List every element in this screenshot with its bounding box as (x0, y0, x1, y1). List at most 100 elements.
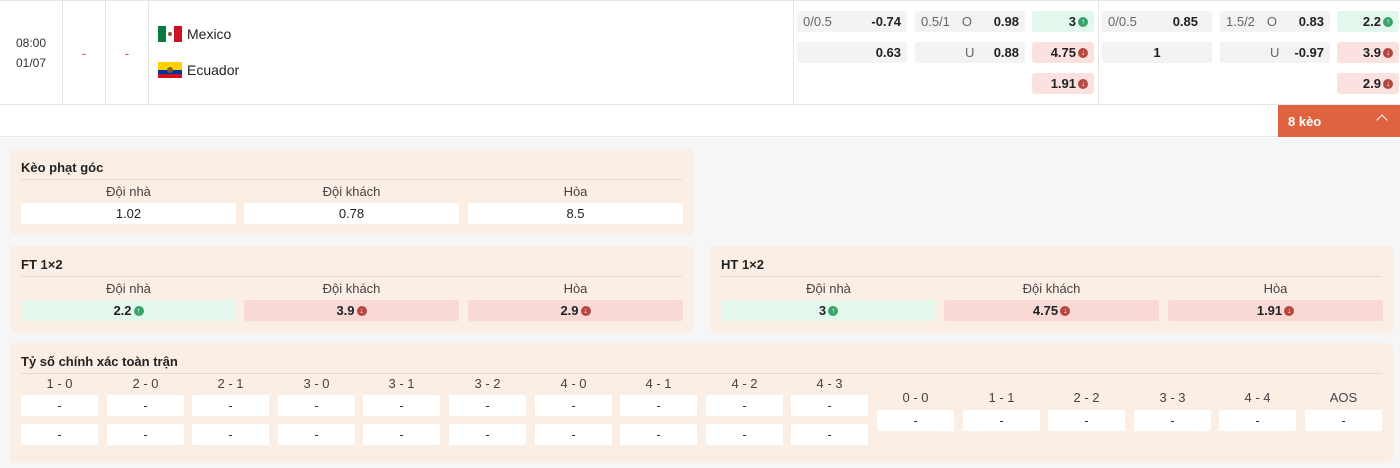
ft-ou-under-odd[interactable]: U 0.88 (915, 42, 1025, 63)
ht-hdp-away-odd[interactable]: 1 (1102, 42, 1212, 63)
more-odds-label: 8 kèo (1288, 113, 1322, 129)
ft-hdp-line: 0/0.5 (803, 14, 832, 29)
odds-up-icon: ↑ (1383, 16, 1393, 27)
score-half: - (106, 1, 149, 105)
chevron-up-icon (1376, 114, 1388, 126)
score-odd-cell[interactable]: - (620, 424, 697, 445)
col-header-away: Đội khách (322, 184, 381, 199)
score-col-header: 4 - 2 (731, 376, 758, 391)
score-odd-cell[interactable]: - (449, 424, 526, 445)
ht-hdp-line: 0/0.5 (1108, 14, 1137, 29)
col-header-home: Đội nhà (806, 281, 851, 296)
ht-home-odd[interactable]: 3 ↑ (721, 300, 936, 321)
odds-down-icon: ↓ (1383, 47, 1393, 58)
away-team-name: Ecuador (187, 62, 240, 78)
score-odd-cell[interactable]: - (791, 424, 868, 445)
score-odd-cell[interactable]: - (278, 424, 355, 445)
ft-draw-odd[interactable]: 2.9 ↓ (468, 300, 683, 321)
col-header-draw: Hòa (563, 184, 588, 199)
teams-cell[interactable]: Mexico Ecuador (149, 1, 794, 105)
ht-away-odd[interactable]: 4.75 ↓ (944, 300, 1159, 321)
score-odd-cell[interactable]: - (706, 424, 783, 445)
score-odd-cell[interactable]: - (278, 395, 355, 416)
ht-ou-over-odd[interactable]: 1.5/2 O 0.83 (1220, 11, 1330, 32)
divider (21, 373, 1382, 374)
score-odd-cell[interactable]: - (107, 424, 184, 445)
score-col-header: 4 - 4 (1244, 390, 1271, 405)
corner-away-odd[interactable]: 0.78 (244, 203, 459, 224)
ht-draw-odd[interactable]: 1.91 ↓ (1168, 300, 1383, 321)
divider (721, 276, 1382, 277)
score-odd-cell[interactable]: - (107, 395, 184, 416)
score-odd-cell[interactable]: - (620, 395, 697, 416)
col-header-away: Đội khách (1022, 281, 1081, 296)
ft-ou-over-odd[interactable]: 0.5/1 O 0.98 (915, 11, 1025, 32)
mexico-flag-icon (158, 26, 182, 42)
score-col-header: 3 - 1 (388, 376, 415, 391)
corner-odds-panel: Kèo phạt góc Đội nhà Đội khách Hòa 1.02 … (10, 149, 693, 235)
score-col-header: 3 - 3 (1159, 390, 1186, 405)
match-row[interactable]: 08:00 01/07 - - Mexico Ecuador 0/0.5 -0.… (0, 0, 1400, 105)
ht-odds: 0/0.5 0.85 1 1.5/2 O 0.83 U -0.97 2.2 ↑ … (1099, 1, 1400, 105)
correct-score-panel: Tỷ số chính xác toàn trận 1 - 0--2 - 0--… (10, 343, 1393, 463)
score-col-header: 4 - 1 (645, 376, 672, 391)
col-header-away: Đội khách (322, 281, 381, 296)
ht-1x2-away-odd[interactable]: 3.9 ↓ (1337, 42, 1399, 63)
ft-1x2-draw-odd[interactable]: 1.91 ↓ (1032, 73, 1094, 94)
kickoff-hour: 08:00 (15, 36, 47, 50)
corner-home-odd[interactable]: 1.02 (21, 203, 236, 224)
odds-up-icon: ↑ (133, 305, 144, 316)
home-team-name: Mexico (187, 26, 232, 42)
score-odd-cell[interactable]: - (963, 410, 1040, 431)
ht-1x2-panel: HT 1×2 Đội nhà Đội khách Hòa 3 ↑ 4.75 ↓ 1.… (710, 246, 1393, 332)
score-odd-cell[interactable]: - (1305, 410, 1382, 431)
ht-1x2-draw-odd[interactable]: 2.9 ↓ (1337, 73, 1399, 94)
ft-hdp-away-odd[interactable]: 0.63 (797, 42, 907, 63)
score-odd-cell[interactable]: - (21, 424, 98, 445)
panel-title: FT 1×2 (21, 257, 63, 272)
odds-down-icon: ↓ (1078, 78, 1088, 89)
ht-ou-line: 1.5/2 (1226, 14, 1255, 29)
score-odd-cell[interactable]: - (535, 424, 612, 445)
score-odd-cell[interactable]: - (192, 395, 269, 416)
score-full: - (63, 1, 106, 105)
score-odd-cell[interactable]: - (21, 395, 98, 416)
ht-hdp-home-odd[interactable]: 0/0.5 0.85 (1102, 11, 1212, 32)
score-odd-cell[interactable]: - (791, 395, 868, 416)
score-odd-cell[interactable]: - (877, 410, 954, 431)
toggle-row: 8 kèo (0, 105, 1400, 137)
score-col-header: 2 - 2 (1073, 390, 1100, 405)
odds-up-icon: ↑ (828, 305, 839, 316)
col-header-home: Đội nhà (106, 184, 151, 199)
ht-ou-under-odd[interactable]: U -0.97 (1220, 42, 1330, 63)
score-odd-cell[interactable]: - (363, 395, 440, 416)
ft-odds: 0/0.5 -0.74 0.63 0.5/1 O 0.98 U 0.88 3 ↑… (794, 1, 1099, 105)
odds-down-icon: ↓ (1284, 305, 1295, 316)
odds-down-icon: ↓ (1078, 47, 1088, 58)
score-col-header: AOS (1329, 390, 1358, 405)
score-odd-cell[interactable]: - (706, 395, 783, 416)
panel-title: HT 1×2 (721, 257, 764, 272)
score-odd-cell[interactable]: - (1134, 410, 1211, 431)
ft-ou-line: 0.5/1 (921, 14, 950, 29)
ht-1x2-home-odd[interactable]: 2.2 ↑ (1337, 11, 1399, 32)
ft-away-odd[interactable]: 3.9 ↓ (244, 300, 459, 321)
score-odd-cell[interactable]: - (363, 424, 440, 445)
score-odd-cell[interactable]: - (449, 395, 526, 416)
ft-home-odd[interactable]: 2.2 ↑ (21, 300, 236, 321)
score-odd-cell[interactable]: - (1048, 410, 1125, 431)
score-odd-cell[interactable]: - (535, 395, 612, 416)
ft-1x2-away-odd[interactable]: 4.75 ↓ (1032, 42, 1094, 63)
home-team[interactable]: Mexico (158, 26, 231, 42)
odds-detail-area: Kèo phạt góc Đội nhà Đội khách Hòa 1.02 … (0, 138, 1400, 468)
more-odds-toggle-button[interactable]: 8 kèo (1278, 105, 1400, 137)
ft-1x2-home-odd[interactable]: 3 ↑ (1032, 11, 1094, 32)
ecuador-flag-icon (158, 62, 182, 78)
corner-draw-odd[interactable]: 8.5 (468, 203, 683, 224)
away-team[interactable]: Ecuador (158, 62, 239, 78)
score-odd-cell[interactable]: - (1219, 410, 1296, 431)
score-odd-cell[interactable]: - (192, 424, 269, 445)
score-col-header: 2 - 1 (217, 376, 244, 391)
ft-hdp-home-odd[interactable]: 0/0.5 -0.74 (797, 11, 907, 32)
kickoff-time: 08:00 01/07 (0, 1, 63, 105)
